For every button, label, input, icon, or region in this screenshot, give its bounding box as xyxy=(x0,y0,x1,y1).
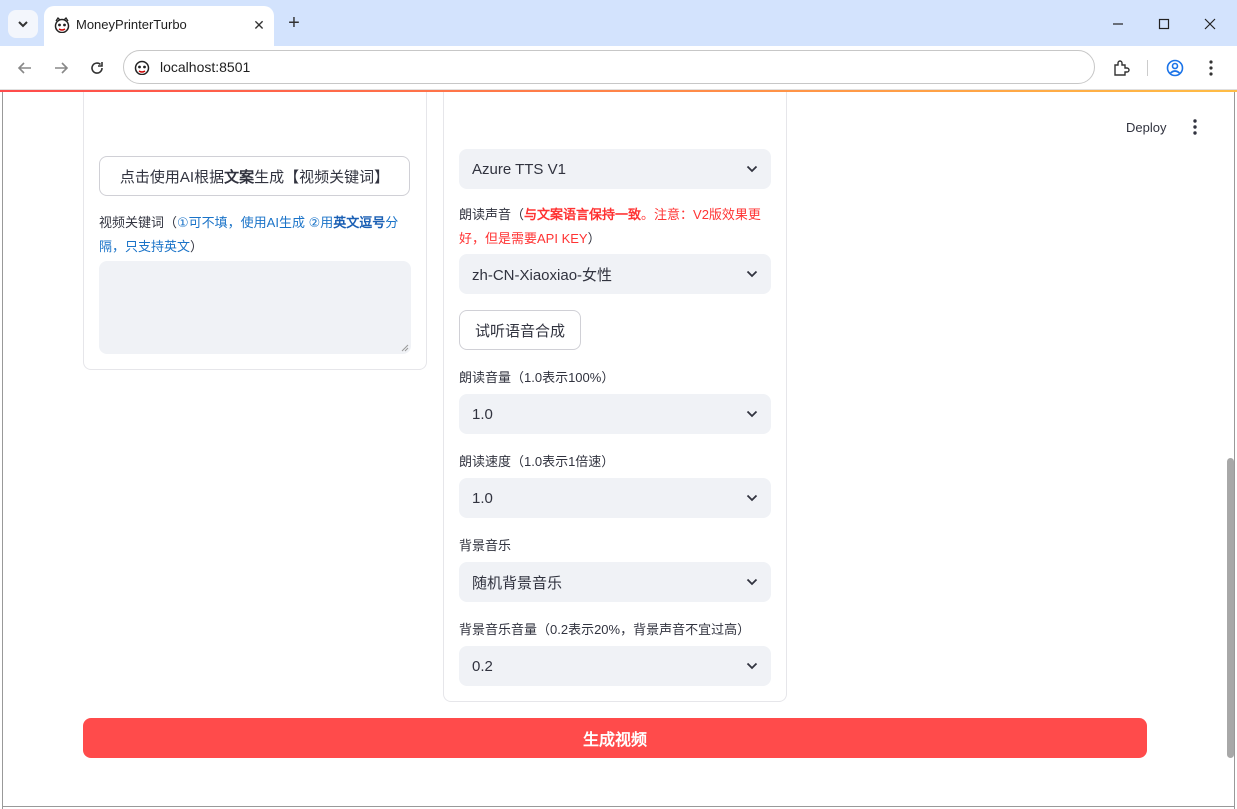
select-value: Azure TTS V1 xyxy=(472,160,566,178)
select-value: 0.2 xyxy=(472,657,493,675)
button-label-part: 生成【视频关键词】 xyxy=(254,168,390,186)
extensions-icon[interactable] xyxy=(1108,55,1134,81)
url-text: localhost:8501 xyxy=(160,59,251,75)
select-value: 随机背景音乐 xyxy=(472,574,563,592)
voice-label: 朗读声音（与文案语言保持一致。注意：V2版效果更好，但是需要API KEY） xyxy=(459,203,779,251)
label-warning-bold: 与文案语言保持一致 xyxy=(524,207,642,222)
tts-server-select[interactable]: Azure TTS V1 xyxy=(459,149,771,189)
address-bar[interactable]: localhost:8501 xyxy=(123,50,1095,84)
bgm-label: 背景音乐 xyxy=(459,538,512,553)
resize-handle-icon[interactable] xyxy=(401,344,409,352)
select-value: 1.0 xyxy=(472,405,493,423)
window-border xyxy=(2,92,3,809)
window-border xyxy=(2,806,1235,807)
chevron-down-icon xyxy=(746,662,758,670)
voice-speed-label: 朗读速度（1.0表示1倍速） xyxy=(459,454,615,469)
deploy-button[interactable]: Deploy xyxy=(1118,115,1174,139)
window-border xyxy=(1234,92,1235,809)
bgm-volume-select[interactable]: 0.2 xyxy=(459,646,771,686)
chevron-down-icon xyxy=(18,21,28,28)
video-keywords-textarea[interactable] xyxy=(99,261,411,354)
app-favicon-icon xyxy=(54,17,70,33)
tab-moneyprinterturbo[interactable]: MoneyPrinterTurbo ✕ xyxy=(44,6,274,46)
chevron-down-icon xyxy=(746,410,758,418)
maximize-icon[interactable] xyxy=(1148,8,1180,40)
tab-search-button[interactable] xyxy=(8,10,38,38)
tab-close-icon[interactable]: ✕ xyxy=(248,14,270,36)
preview-voice-button[interactable]: 试听语音合成 xyxy=(459,310,581,350)
page-scrollbar[interactable] xyxy=(1227,458,1234,758)
browser-menu-icon[interactable] xyxy=(1198,55,1224,81)
bgm-volume-label: 背景音乐音量（0.2表示20%，背景声音不宜过高） xyxy=(459,622,751,637)
browser-toolbar: localhost:8501 xyxy=(0,46,1237,90)
app-menu-icon[interactable] xyxy=(1186,117,1204,137)
browser-title-bar: MoneyPrinterTurbo ✕ + xyxy=(0,0,1237,46)
close-window-icon[interactable] xyxy=(1194,8,1226,40)
label-hint-bold: 英文逗号 xyxy=(333,215,386,230)
label-prefix: 视频关键词（ xyxy=(99,215,178,230)
voice-select[interactable]: zh-CN-Xiaoxiao-女性 xyxy=(459,254,771,294)
toolbar-divider xyxy=(1147,60,1148,76)
voice-speed-select[interactable]: 1.0 xyxy=(459,478,771,518)
voice-volume-select[interactable]: 1.0 xyxy=(459,394,771,434)
tab-title: MoneyPrinterTurbo xyxy=(76,17,187,32)
label-suffix: ） xyxy=(190,239,204,254)
label-prefix: 朗读声音（ xyxy=(459,207,525,222)
profile-icon[interactable] xyxy=(1162,55,1188,81)
minimize-icon[interactable] xyxy=(1102,8,1134,40)
back-arrow-icon[interactable] xyxy=(12,55,38,81)
button-label-part: 文案 xyxy=(224,168,255,186)
chevron-down-icon xyxy=(746,270,758,278)
site-info-icon[interactable] xyxy=(134,59,150,75)
button-label-part: 点击使用AI根据 xyxy=(119,168,225,186)
new-tab-icon[interactable]: + xyxy=(284,13,304,33)
chevron-down-icon xyxy=(746,578,758,586)
chevron-down-icon xyxy=(746,165,758,173)
label-suffix: ） xyxy=(587,231,601,246)
label-hint: ①可不填，使用AI生成 ②用 xyxy=(177,215,334,230)
ai-generate-keywords-button[interactable]: 点击使用AI根据 文案 生成【视频关键词】 xyxy=(99,156,410,196)
voice-volume-label: 朗读音量（1.0表示100%） xyxy=(459,370,615,385)
select-value: zh-CN-Xiaoxiao-女性 xyxy=(472,266,613,284)
select-value: 1.0 xyxy=(472,489,493,507)
bgm-select[interactable]: 随机背景音乐 xyxy=(459,562,771,602)
chevron-down-icon xyxy=(746,494,758,502)
forward-arrow-icon[interactable] xyxy=(48,55,74,81)
generate-video-button[interactable]: 生成视频 xyxy=(83,718,1147,758)
video-keywords-label: 视频关键词（①可不填，使用AI生成 ②用英文逗号分隔，只支持英文） xyxy=(99,211,413,259)
reload-icon[interactable] xyxy=(84,55,110,81)
